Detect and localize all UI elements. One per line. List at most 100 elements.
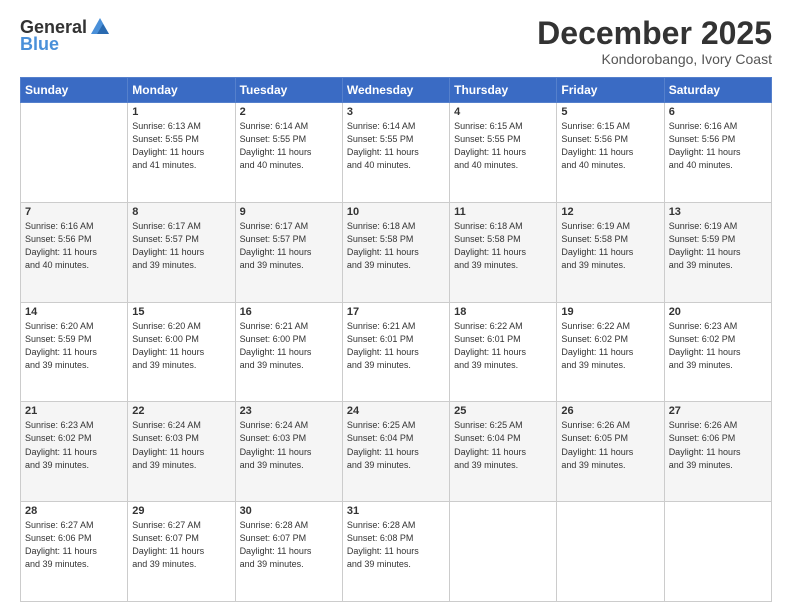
table-row: 15 Sunrise: 6:20 AM Sunset: 6:00 PM Dayli… <box>128 302 235 402</box>
table-row: 20 Sunrise: 6:23 AM Sunset: 6:02 PM Dayli… <box>664 302 771 402</box>
day-number: 22 <box>132 405 230 417</box>
table-row <box>450 502 557 602</box>
col-wednesday: Wednesday <box>342 78 449 103</box>
day-info: Sunrise: 6:23 AM Sunset: 6:02 PM Dayligh… <box>25 419 123 471</box>
table-row: 1 Sunrise: 6:13 AM Sunset: 5:55 PM Daylig… <box>128 103 235 203</box>
logo-blue: Blue <box>20 34 59 55</box>
day-info: Sunrise: 6:22 AM Sunset: 6:02 PM Dayligh… <box>561 320 659 372</box>
table-row: 17 Sunrise: 6:21 AM Sunset: 6:01 PM Dayli… <box>342 302 449 402</box>
day-info: Sunrise: 6:20 AM Sunset: 5:59 PM Dayligh… <box>25 320 123 372</box>
table-row <box>664 502 771 602</box>
day-info: Sunrise: 6:28 AM Sunset: 6:07 PM Dayligh… <box>240 519 338 571</box>
table-row: 21 Sunrise: 6:23 AM Sunset: 6:02 PM Dayli… <box>21 402 128 502</box>
day-info: Sunrise: 6:13 AM Sunset: 5:55 PM Dayligh… <box>132 120 230 172</box>
day-number: 6 <box>669 106 767 118</box>
day-info: Sunrise: 6:17 AM Sunset: 5:57 PM Dayligh… <box>240 220 338 272</box>
calendar-table: Sunday Monday Tuesday Wednesday Thursday… <box>20 77 772 602</box>
table-row: 25 Sunrise: 6:25 AM Sunset: 6:04 PM Dayli… <box>450 402 557 502</box>
day-number: 27 <box>669 405 767 417</box>
day-number: 14 <box>25 306 123 318</box>
table-row: 28 Sunrise: 6:27 AM Sunset: 6:06 PM Dayli… <box>21 502 128 602</box>
day-info: Sunrise: 6:27 AM Sunset: 6:07 PM Dayligh… <box>132 519 230 571</box>
title-block: December 2025 Kondorobango, Ivory Coast <box>537 16 772 67</box>
day-number: 5 <box>561 106 659 118</box>
logo-icon <box>89 16 111 38</box>
day-number: 10 <box>347 206 445 218</box>
day-info: Sunrise: 6:21 AM Sunset: 6:00 PM Dayligh… <box>240 320 338 372</box>
day-number: 17 <box>347 306 445 318</box>
day-number: 23 <box>240 405 338 417</box>
table-row: 2 Sunrise: 6:14 AM Sunset: 5:55 PM Daylig… <box>235 103 342 203</box>
table-row: 14 Sunrise: 6:20 AM Sunset: 5:59 PM Dayli… <box>21 302 128 402</box>
table-row: 3 Sunrise: 6:14 AM Sunset: 5:55 PM Daylig… <box>342 103 449 203</box>
day-info: Sunrise: 6:25 AM Sunset: 6:04 PM Dayligh… <box>454 419 552 471</box>
table-row: 30Sunrise: 6:28 AM Sunset: 6:07 PM Dayli… <box>235 502 342 602</box>
day-number: 31 <box>347 505 445 517</box>
col-thursday: Thursday <box>450 78 557 103</box>
day-info: Sunrise: 6:22 AM Sunset: 6:01 PM Dayligh… <box>454 320 552 372</box>
day-info: Sunrise: 6:21 AM Sunset: 6:01 PM Dayligh… <box>347 320 445 372</box>
col-saturday: Saturday <box>664 78 771 103</box>
table-row: 13 Sunrise: 6:19 AM Sunset: 5:59 PM Dayli… <box>664 202 771 302</box>
table-row: 27 Sunrise: 6:26 AM Sunset: 6:06 PM Dayli… <box>664 402 771 502</box>
header: General Blue December 2025 Kondorobango,… <box>20 16 772 67</box>
day-number: 2 <box>240 106 338 118</box>
table-row: 9 Sunrise: 6:17 AM Sunset: 5:57 PM Daylig… <box>235 202 342 302</box>
table-row: 16 Sunrise: 6:21 AM Sunset: 6:00 PM Dayli… <box>235 302 342 402</box>
day-number: 1 <box>132 106 230 118</box>
day-number: 28 <box>25 505 123 517</box>
table-row: 19 Sunrise: 6:22 AM Sunset: 6:02 PM Dayli… <box>557 302 664 402</box>
table-row: 26Sunrise: 6:26 AM Sunset: 6:05 PM Dayli… <box>557 402 664 502</box>
day-number: 15 <box>132 306 230 318</box>
day-number: 8 <box>132 206 230 218</box>
col-tuesday: Tuesday <box>235 78 342 103</box>
day-number: 25 <box>454 405 552 417</box>
calendar-header-row: Sunday Monday Tuesday Wednesday Thursday… <box>21 78 772 103</box>
table-row: 4 Sunrise: 6:15 AM Sunset: 5:55 PM Daylig… <box>450 103 557 203</box>
day-info: Sunrise: 6:26 AM Sunset: 6:06 PM Dayligh… <box>669 419 767 471</box>
day-info: Sunrise: 6:15 AM Sunset: 5:56 PM Dayligh… <box>561 120 659 172</box>
day-info: Sunrise: 6:18 AM Sunset: 5:58 PM Dayligh… <box>454 220 552 272</box>
day-number: 24 <box>347 405 445 417</box>
day-number: 13 <box>669 206 767 218</box>
day-info: Sunrise: 6:19 AM Sunset: 5:58 PM Dayligh… <box>561 220 659 272</box>
table-row: 29 Sunrise: 6:27 AM Sunset: 6:07 PM Dayli… <box>128 502 235 602</box>
day-number: 9 <box>240 206 338 218</box>
day-number: 16 <box>240 306 338 318</box>
day-info: Sunrise: 6:15 AM Sunset: 5:55 PM Dayligh… <box>454 120 552 172</box>
month-title: December 2025 <box>537 16 772 51</box>
day-info: Sunrise: 6:16 AM Sunset: 5:56 PM Dayligh… <box>25 220 123 272</box>
day-number: 29 <box>132 505 230 517</box>
table-row: 10 Sunrise: 6:18 AM Sunset: 5:58 PM Dayli… <box>342 202 449 302</box>
day-info: Sunrise: 6:19 AM Sunset: 5:59 PM Dayligh… <box>669 220 767 272</box>
day-number: 11 <box>454 206 552 218</box>
col-sunday: Sunday <box>21 78 128 103</box>
day-number: 19 <box>561 306 659 318</box>
day-info: Sunrise: 6:14 AM Sunset: 5:55 PM Dayligh… <box>347 120 445 172</box>
day-info: Sunrise: 6:16 AM Sunset: 5:56 PM Dayligh… <box>669 120 767 172</box>
table-row: 12 Sunrise: 6:19 AM Sunset: 5:58 PM Dayli… <box>557 202 664 302</box>
day-info: Sunrise: 6:24 AM Sunset: 6:03 PM Dayligh… <box>240 419 338 471</box>
day-number: 4 <box>454 106 552 118</box>
day-info: Sunrise: 6:25 AM Sunset: 6:04 PM Dayligh… <box>347 419 445 471</box>
day-info: Sunrise: 6:20 AM Sunset: 6:00 PM Dayligh… <box>132 320 230 372</box>
day-info: Sunrise: 6:14 AM Sunset: 5:55 PM Dayligh… <box>240 120 338 172</box>
day-info: Sunrise: 6:27 AM Sunset: 6:06 PM Dayligh… <box>25 519 123 571</box>
table-row: 23 Sunrise: 6:24 AM Sunset: 6:03 PM Dayli… <box>235 402 342 502</box>
day-number: 20 <box>669 306 767 318</box>
col-friday: Friday <box>557 78 664 103</box>
location: Kondorobango, Ivory Coast <box>537 51 772 67</box>
day-info: Sunrise: 6:28 AM Sunset: 6:08 PM Dayligh… <box>347 519 445 571</box>
col-monday: Monday <box>128 78 235 103</box>
day-number: 7 <box>25 206 123 218</box>
day-info: Sunrise: 6:24 AM Sunset: 6:03 PM Dayligh… <box>132 419 230 471</box>
table-row: 7 Sunrise: 6:16 AM Sunset: 5:56 PM Daylig… <box>21 202 128 302</box>
table-row: 22 Sunrise: 6:24 AM Sunset: 6:03 PM Dayli… <box>128 402 235 502</box>
table-row: 11 Sunrise: 6:18 AM Sunset: 5:58 PM Dayli… <box>450 202 557 302</box>
day-info: Sunrise: 6:23 AM Sunset: 6:02 PM Dayligh… <box>669 320 767 372</box>
day-number: 3 <box>347 106 445 118</box>
day-number: 12 <box>561 206 659 218</box>
day-number: 21 <box>25 405 123 417</box>
table-row <box>557 502 664 602</box>
day-info: Sunrise: 6:18 AM Sunset: 5:58 PM Dayligh… <box>347 220 445 272</box>
